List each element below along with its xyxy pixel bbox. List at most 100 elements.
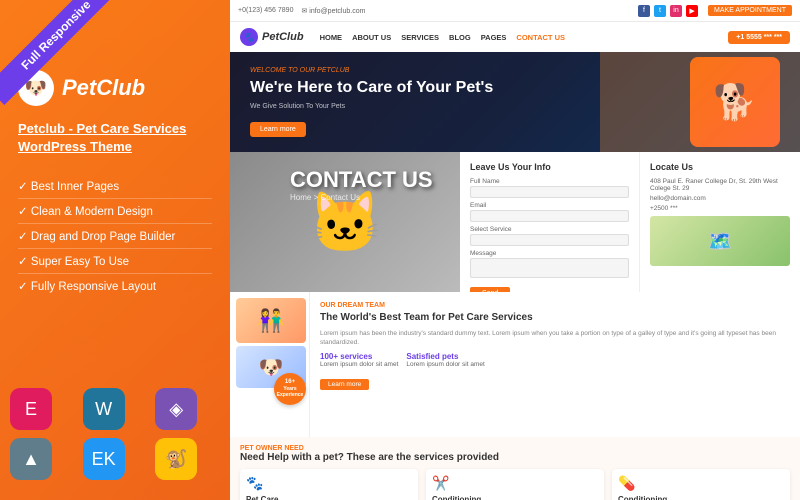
nav-links: HOME ABOUT US SERVICES BLOG PAGES CONTAC… (320, 33, 729, 42)
services-label: PET OWNER NEED (240, 445, 790, 452)
service-card-1: 🐾 Pet Care It is a long established fact… (240, 469, 418, 500)
nav-home[interactable]: HOME (320, 33, 343, 42)
name-input[interactable] (470, 186, 629, 198)
contact-form-panel: Leave Us Your Info Full Name Email Selec… (460, 152, 640, 292)
team-photos-col: 👫 🐶 16+ Years Experience (230, 292, 310, 437)
stat-services: 100+ services Lorem ipsum dolor sit amet (320, 352, 398, 368)
nav-services[interactable]: SERVICES (401, 33, 439, 42)
field-label-service: Select Service (470, 226, 629, 233)
ribbon-label: Full Responsive (0, 0, 110, 105)
feature-item: ✓ Drag and Drop Page Builder (18, 224, 212, 249)
topbar-contact: +0(123) 456 7890 ✉ info@petclub.com (238, 7, 628, 15)
team-photo-1: 👫 (236, 298, 306, 343)
nav-logo-text: PetClub (262, 31, 304, 43)
nav-pages[interactable]: PAGES (481, 33, 507, 42)
hero-pet-image: 🐕 (690, 57, 780, 147)
service-name-3: Conditioning (618, 495, 784, 500)
nav-logo: 🐾 PetClub (240, 28, 304, 46)
contact-header: CONTACT US Home > Contact Us (290, 167, 433, 202)
form-field-name: Full Name (470, 178, 629, 198)
elementor-icon: E (10, 388, 52, 430)
services-section: PET OWNER NEED Need Help with a pet? The… (230, 437, 800, 500)
topbar-phone: +0(123) 456 7890 (238, 7, 293, 15)
check-icon: ✓ (18, 231, 31, 243)
feature-item: ✓ Super Easy To Use (18, 249, 212, 274)
nav-contact[interactable]: CONTACT US (516, 33, 565, 42)
topbar-social: f t in ▶ (638, 5, 698, 17)
site-topbar: +0(123) 456 7890 ✉ info@petclub.com f t … (230, 0, 800, 22)
service-name-1: Pet Care (246, 495, 412, 500)
service-icon-1: 🐾 (246, 475, 412, 492)
team-title: The World's Best Team for Pet Care Servi… (320, 312, 790, 324)
appointment-button[interactable]: MAKE APPOINTMENT (708, 5, 792, 16)
check-icon: ✓ (18, 281, 31, 293)
right-panel: +0(123) 456 7890 ✉ info@petclub.com f t … (230, 0, 800, 500)
check-icon: ✓ (18, 181, 31, 193)
service-card-3: 💊 Conditioning It is a long established … (612, 469, 790, 500)
stat-pets: Satisfied pets Lorem ipsum dolor sit ame… (406, 352, 484, 368)
team-panel: OUR DREAM TEAM The World's Best Team for… (310, 292, 800, 437)
plugin-icons-grid: E W ◈ ▲ EK 🐒 (10, 388, 220, 480)
theme-title: Petclub - Pet Care Services WordPress Th… (18, 120, 212, 156)
services-grid: 🐾 Pet Care It is a long established fact… (240, 469, 790, 500)
nav-phone: +1 5555 *** *** (728, 31, 790, 44)
hero-title: We're Here to Care of Your Pet's (250, 78, 493, 97)
contact-phone: +2500 *** (650, 205, 790, 212)
feature-item: ✓ Clean & Modern Design (18, 199, 212, 224)
youtube-icon[interactable]: ▶ (686, 5, 698, 17)
contact-title: CONTACT US (290, 167, 433, 193)
badge-text: 16+ Years Experience (274, 379, 306, 399)
submit-button[interactable]: Send (470, 287, 510, 292)
hero-text: WELCOME TO OUR PETCLUB We're Here to Car… (250, 67, 493, 137)
field-label-email: Email (470, 202, 629, 209)
hero-subtitle: We Give Solution To Your Pets (250, 103, 493, 110)
instagram-icon[interactable]: in (670, 5, 682, 17)
experience-badge: 16+ Years Experience (274, 373, 306, 405)
topbar-email: ✉ info@petclub.com (301, 7, 365, 15)
contact-address: 408 Paul E. Raner College Dr, St. 29th W… (650, 178, 790, 192)
feature-item: ✓ Best Inner Pages (18, 174, 212, 199)
form-title: Leave Us Your Info (470, 162, 629, 172)
team-stats: 100+ services Lorem ipsum dolor sit amet… (320, 352, 790, 368)
form-field-email: Email (470, 202, 629, 222)
form-field-service: Select Service (470, 226, 629, 246)
service-icon-3: 💊 (618, 475, 784, 492)
team-label: OUR DREAM TEAM (320, 302, 790, 309)
site-nav: 🐾 PetClub HOME ABOUT US SERVICES BLOG PA… (230, 22, 800, 52)
service-select[interactable] (470, 234, 629, 246)
service-name-2: Conditioning (432, 495, 598, 500)
hero-tagline: WELCOME TO OUR PETCLUB (250, 67, 493, 74)
contact-info-panel: Locate Us 408 Paul E. Raner College Dr, … (640, 152, 800, 292)
map-placeholder: 🗺️ (650, 216, 790, 266)
feature-item: ✓ Fully Responsive Layout (18, 274, 212, 298)
message-textarea[interactable] (470, 258, 629, 278)
service-icon-2: ✂️ (432, 475, 598, 492)
nav-about[interactable]: ABOUT US (352, 33, 391, 42)
team-cta-button[interactable]: Learn more (320, 379, 369, 390)
services-title: Need Help with a pet? These are the serv… (240, 452, 790, 463)
contact-section: 🐱 CONTACT US Home > Contact Us Leave Us … (230, 152, 800, 292)
locate-title: Locate Us (650, 162, 790, 172)
bootstrap-icon: ◈ (155, 388, 197, 430)
field-label-name: Full Name (470, 178, 629, 185)
email-input[interactable] (470, 210, 629, 222)
team-description: Lorem ipsum has been the industry's stan… (320, 329, 790, 347)
twitter-icon[interactable]: t (654, 5, 666, 17)
mailchimp-icon: 🐒 (155, 438, 197, 480)
contact-email: hello@domain.com (650, 195, 790, 202)
service-card-2: ✂️ Conditioning It is a long established… (426, 469, 604, 500)
ribbon: Full Responsive (0, 0, 110, 110)
nav-blog[interactable]: BLOG (449, 33, 471, 42)
field-label-message: Message (470, 250, 629, 257)
feature-list: ✓ Best Inner Pages ✓ Clean & Modern Desi… (18, 174, 212, 298)
nav-logo-icon: 🐾 (240, 28, 258, 46)
hero-section: WELCOME TO OUR PETCLUB We're Here to Car… (230, 52, 800, 152)
main-content-area: 👫 🐶 16+ Years Experience OUR DREAM TEAM … (230, 292, 800, 437)
check-icon: ✓ (18, 256, 31, 268)
hero-cta-button[interactable]: Learn more (250, 122, 306, 137)
form-field-message: Message (470, 250, 629, 278)
contact-breadcrumb: Home > Contact Us (290, 193, 433, 202)
facebook-icon[interactable]: f (638, 5, 650, 17)
check-icon: ✓ (18, 206, 31, 218)
ek-icon: EK (83, 438, 125, 480)
